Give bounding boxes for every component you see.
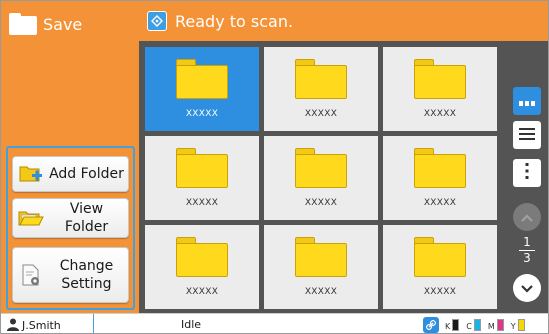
folder-icon bbox=[295, 148, 347, 188]
scroll-down-button[interactable] bbox=[513, 274, 541, 302]
folder-tile[interactable]: XXXXX bbox=[145, 47, 259, 131]
view-folder-label-line1: View bbox=[69, 201, 104, 217]
folder-icon bbox=[295, 59, 347, 99]
ink-level-c: C bbox=[466, 319, 481, 331]
page-title: Save bbox=[43, 14, 83, 34]
folder-icon bbox=[176, 59, 228, 99]
view-folder-label-line2: Folder bbox=[64, 219, 109, 235]
more-menu-button[interactable] bbox=[513, 159, 541, 187]
folder-name: XXXXX bbox=[185, 287, 219, 297]
footer-bar: J.Smith Idle K C M Y bbox=[1, 313, 548, 334]
chevron-up-icon bbox=[520, 208, 534, 227]
link-icon[interactable] bbox=[423, 317, 439, 333]
folder-tile[interactable]: XXXXX bbox=[383, 47, 497, 131]
status-message: Ready to scan. bbox=[175, 11, 294, 31]
folder-tile[interactable]: XXXXX bbox=[264, 47, 378, 131]
page-indicator: 1 3 bbox=[513, 236, 541, 265]
folder-icon bbox=[176, 237, 228, 277]
settings-document-icon bbox=[17, 263, 45, 287]
list-view-button[interactable] bbox=[513, 121, 541, 149]
folder-tile[interactable]: XXXXX bbox=[264, 225, 378, 309]
folder-name: XXXXX bbox=[304, 287, 338, 297]
scan-icon bbox=[147, 11, 167, 31]
folder-tile[interactable]: XXXXX bbox=[264, 136, 378, 220]
folder-icon bbox=[295, 237, 347, 277]
folder-icon bbox=[414, 148, 466, 188]
user-name: J.Smith bbox=[22, 318, 61, 332]
scroll-up-button[interactable] bbox=[513, 203, 541, 231]
ink-levels: K C M Y bbox=[423, 316, 532, 333]
folder-icon bbox=[414, 237, 466, 277]
thumbnail-view-icon bbox=[519, 92, 535, 111]
status-bar: Ready to scan. bbox=[139, 1, 548, 41]
folder-tile[interactable]: XXXXX bbox=[383, 225, 497, 309]
folder-icon bbox=[176, 148, 228, 188]
folder-icon bbox=[9, 13, 37, 35]
add-folder-button[interactable]: Add Folder bbox=[12, 156, 129, 192]
view-folder-button[interactable]: View Folder bbox=[12, 198, 129, 238]
add-folder-label: Add Folder bbox=[49, 166, 124, 182]
thumbnail-view-button[interactable] bbox=[513, 87, 541, 115]
user-icon bbox=[7, 316, 19, 334]
folder-name: XXXXX bbox=[423, 287, 457, 297]
user-login-button[interactable]: J.Smith bbox=[7, 316, 93, 334]
folder-name: XXXXX bbox=[423, 198, 457, 208]
open-folder-icon bbox=[17, 208, 45, 228]
divider bbox=[93, 314, 94, 333]
folder-tile[interactable]: XXXXX bbox=[145, 225, 259, 309]
ink-level-y: Y bbox=[511, 319, 525, 331]
folder-name: XXXXX bbox=[304, 109, 338, 119]
folder-icon bbox=[414, 59, 466, 99]
left-panel: Save Add Folder View Folder Change Setti… bbox=[1, 1, 139, 313]
folder-tile[interactable]: XXXXX bbox=[383, 136, 497, 220]
folder-name: XXXXX bbox=[423, 109, 457, 119]
folder-tile[interactable]: XXXXX bbox=[145, 136, 259, 220]
change-setting-button[interactable]: Change Setting bbox=[12, 247, 129, 303]
chevron-down-icon bbox=[520, 279, 534, 298]
view-navigation: 1 3 bbox=[503, 41, 548, 313]
list-view-icon bbox=[519, 126, 535, 145]
change-setting-label-line2: Setting bbox=[61, 276, 112, 292]
folder-grid: XXXXX XXXXX XXXXX XXXXX XXXXX XXXXX XXXX… bbox=[139, 41, 503, 313]
save-screen: Save Add Folder View Folder Change Setti… bbox=[0, 0, 549, 334]
total-pages: 3 bbox=[523, 251, 531, 265]
folder-name: XXXXX bbox=[185, 198, 219, 208]
machine-status: Idle bbox=[181, 318, 202, 331]
ink-level-k: K bbox=[445, 319, 460, 331]
save-header: Save bbox=[9, 11, 82, 37]
folder-name: XXXXX bbox=[185, 109, 219, 119]
add-folder-icon bbox=[17, 164, 45, 184]
change-setting-label-line1: Change bbox=[59, 258, 114, 274]
current-page: 1 bbox=[523, 235, 531, 249]
folder-name: XXXXX bbox=[304, 198, 338, 208]
ink-level-m: M bbox=[488, 319, 504, 331]
more-vertical-icon bbox=[525, 163, 529, 183]
action-group: Add Folder View Folder Change Setting bbox=[6, 146, 135, 310]
